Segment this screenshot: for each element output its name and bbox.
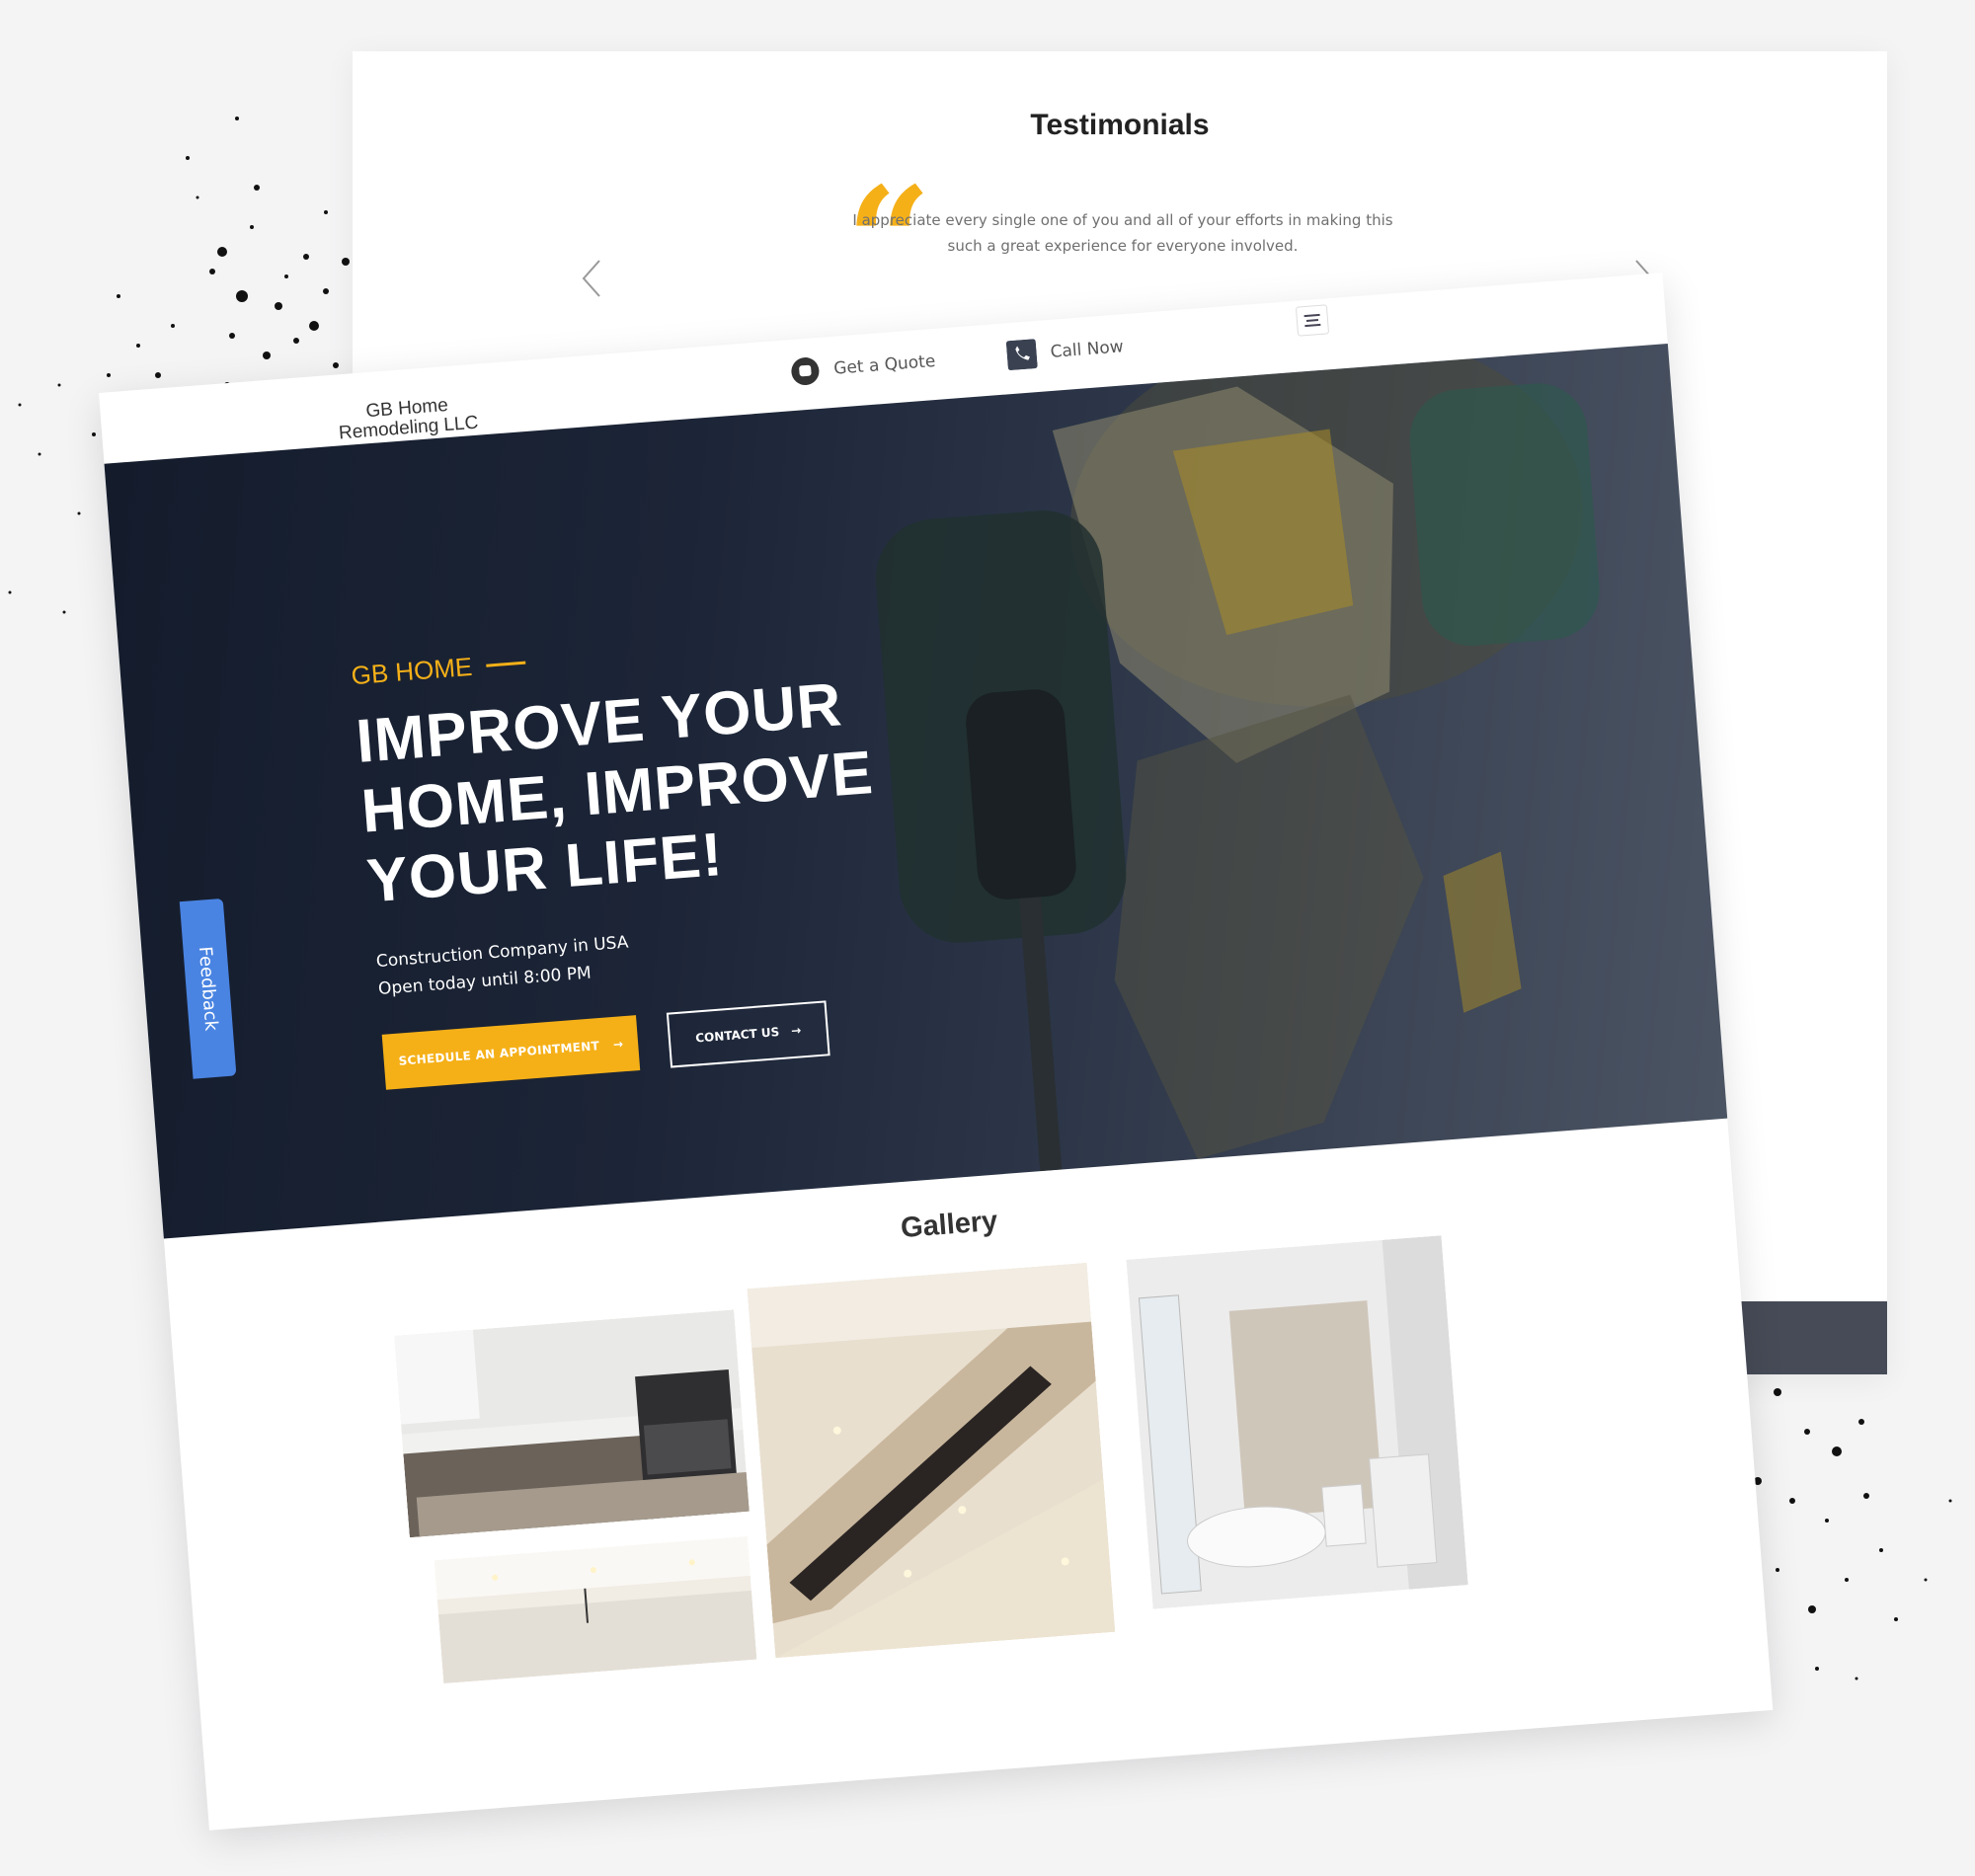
gallery-image-staircase[interactable] [747, 1262, 1116, 1659]
contact-us-label: CONTACT US [694, 1025, 780, 1046]
hamburger-menu-icon[interactable] [1295, 304, 1330, 337]
feedback-tab-label: Feedback [194, 945, 222, 1032]
phone-icon [1005, 339, 1038, 371]
call-now-label: Call Now [1049, 337, 1125, 362]
get-quote-label: Get a Quote [832, 351, 937, 379]
call-now-button[interactable]: Call Now [1005, 332, 1125, 371]
arrow-right-icon: → [612, 1037, 624, 1052]
hero-section: GB HOME IMPROVE YOUR HOME, IMPROVE YOUR … [104, 343, 1728, 1239]
homepage-screenshot: GB Home Remodeling LLC Get a Quote Call … [99, 273, 1774, 1831]
schedule-appointment-label: SCHEDULE AN APPOINTMENT [398, 1039, 600, 1068]
testimonials-heading: Testimonials [1030, 109, 1210, 141]
gallery-image-kitchen[interactable] [394, 1309, 750, 1538]
gallery-image-living-room[interactable] [434, 1536, 757, 1684]
chevron-left-icon[interactable] [578, 257, 605, 300]
eyebrow-rule [486, 661, 526, 667]
get-quote-button[interactable]: Get a Quote [789, 347, 936, 387]
arrow-right-icon: → [790, 1023, 802, 1039]
testimonial-quote-text: I appreciate every single one of you and… [852, 211, 1393, 255]
gallery-image-bathroom[interactable] [1126, 1235, 1468, 1609]
chat-icon [789, 355, 821, 387]
